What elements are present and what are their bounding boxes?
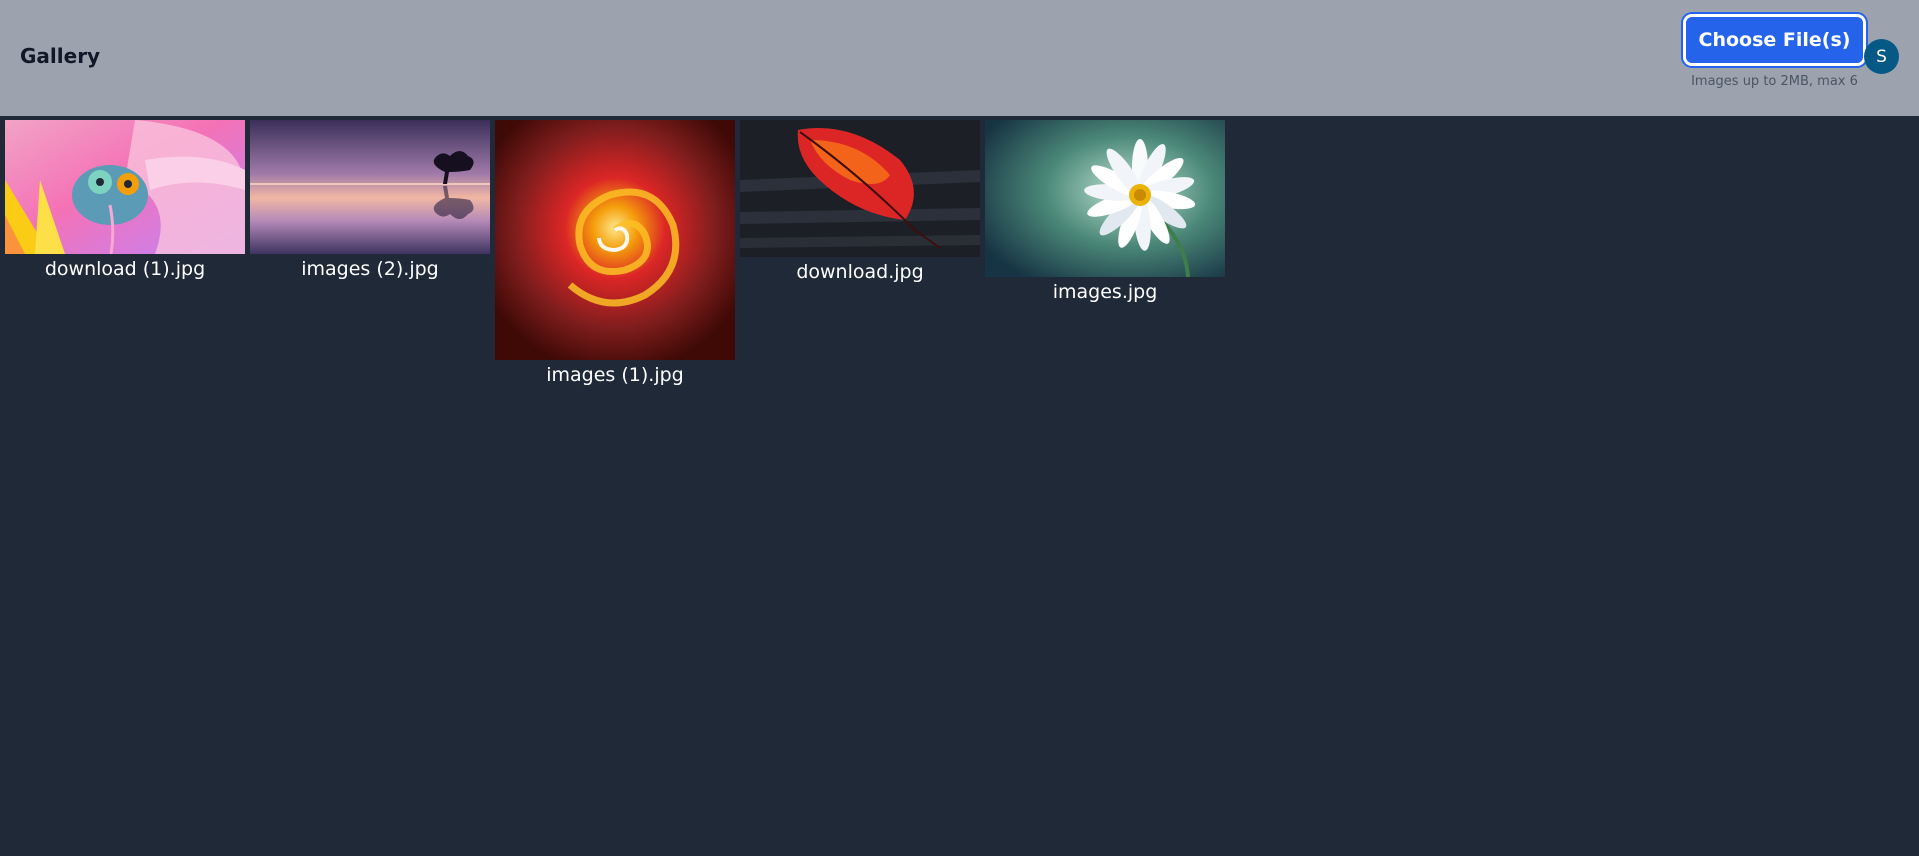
app-header: Gallery Choose File(s) Images up to 2MB,… bbox=[0, 0, 1919, 116]
image-caption: images (2).jpg bbox=[301, 258, 439, 280]
daisy-image[interactable] bbox=[985, 120, 1225, 277]
gallery-item[interactable]: download (1).jpg bbox=[5, 120, 245, 280]
image-caption: download.jpg bbox=[796, 261, 924, 283]
gallery-item[interactable]: download.jpg bbox=[740, 120, 980, 283]
upload-control: Choose File(s) Images up to 2MB, max 6 bbox=[1683, 14, 1866, 89]
image-caption: images.jpg bbox=[1052, 281, 1158, 303]
autumn-leaf-image[interactable] bbox=[740, 120, 980, 257]
lake-sunset-image[interactable] bbox=[250, 120, 490, 254]
avatar[interactable]: S bbox=[1864, 39, 1899, 74]
chameleon-image[interactable] bbox=[5, 120, 245, 254]
page-title: Gallery bbox=[20, 44, 101, 68]
gallery-item[interactable]: images (2).jpg bbox=[250, 120, 490, 280]
image-caption: images (1).jpg bbox=[546, 364, 684, 386]
gallery-item[interactable]: images.jpg bbox=[985, 120, 1225, 303]
image-caption: download (1).jpg bbox=[44, 258, 206, 280]
gallery-item[interactable]: images (1).jpg bbox=[495, 120, 735, 386]
choose-files-button[interactable]: Choose File(s) bbox=[1683, 14, 1866, 66]
image-gallery: download (1).jpg images (2).jpg images (… bbox=[5, 120, 1225, 386]
upload-hint: Images up to 2MB, max 6 bbox=[1691, 74, 1858, 89]
fire-swirl-image[interactable] bbox=[495, 120, 735, 360]
